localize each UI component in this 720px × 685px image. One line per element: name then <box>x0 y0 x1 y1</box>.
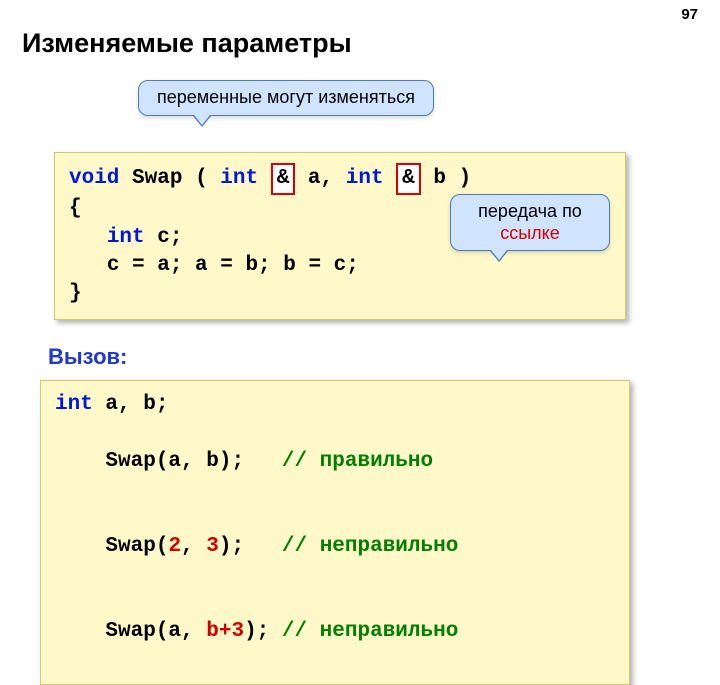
decl-rest: a, b; <box>105 393 168 416</box>
literal: 2 <box>168 535 181 558</box>
call-text: Swap( <box>105 535 168 558</box>
keyword-void: void <box>69 167 119 190</box>
page-title: Изменяемые параметры <box>22 28 352 59</box>
call-text: ); <box>244 620 282 643</box>
code-line: c = a; a = b; b = c; <box>69 252 611 280</box>
callout-vars-change: переменные могут изменяться <box>138 80 434 116</box>
comment: // неправильно <box>282 535 458 558</box>
callout-text-line1: передача по <box>461 201 599 223</box>
keyword-int: int <box>107 226 145 249</box>
literal: 3 <box>206 535 219 558</box>
code-line: void Swap ( int & a, int & b ) <box>69 163 611 195</box>
comment: // неправильно <box>282 620 458 643</box>
page-number: 97 <box>681 6 698 23</box>
indent <box>69 254 94 277</box>
call-text: Swap(a, b); <box>105 450 281 473</box>
param-a: a, <box>308 167 346 190</box>
callout-text-line2: ссылке <box>461 223 599 245</box>
code-line: int a, b; <box>55 391 615 419</box>
call-text: Swap(a, <box>105 620 206 643</box>
param-b: b ) <box>433 167 471 190</box>
keyword-int: int <box>55 393 93 416</box>
indent <box>69 226 94 249</box>
keyword-int: int <box>346 167 384 190</box>
subheading-call: Вызов: <box>48 344 127 370</box>
code-line: Swap(2, 3); // неправильно <box>55 504 615 589</box>
comment: // правильно <box>282 450 433 473</box>
code-block-calls: int a, b; Swap(a, b); // правильно Swap(… <box>40 380 630 685</box>
var-c: c; <box>157 226 182 249</box>
amp-highlight: & <box>271 163 296 195</box>
code-line: Swap(a, b); // правильно <box>55 419 615 504</box>
code-line: Swap(a, b+3); // неправильно <box>55 589 615 674</box>
keyword-int: int <box>220 167 258 190</box>
paren-open: ( <box>195 167 220 190</box>
amp-highlight: & <box>396 163 421 195</box>
swap-body: c = a; a = b; b = c; <box>107 254 359 277</box>
call-text: ); <box>219 535 282 558</box>
code-line: } <box>69 280 611 308</box>
callout-text: переменные могут изменяться <box>157 87 415 107</box>
func-name: Swap <box>132 167 182 190</box>
comma: , <box>181 535 206 558</box>
callout-by-ref: передача по ссылке <box>450 194 610 251</box>
expr: b+3 <box>206 620 244 643</box>
